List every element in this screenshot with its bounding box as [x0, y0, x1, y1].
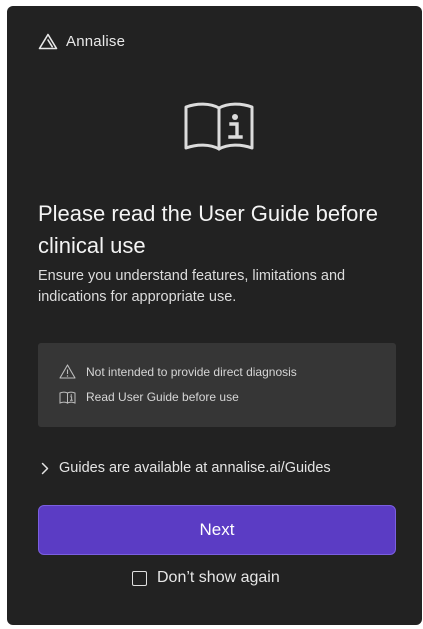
- notice-text: Not intended to provide direct diagnosis: [86, 364, 297, 379]
- guides-link-text[interactable]: Guides are available at annalise.ai/Guid…: [59, 460, 331, 476]
- dialog-subtitle: Ensure you understand features, limitati…: [38, 268, 346, 305]
- warning-triangle-icon: [59, 364, 76, 379]
- notice-item-diagnosis: Not intended to provide direct diagnosis: [59, 364, 297, 379]
- annalise-logo-icon: [38, 33, 58, 50]
- brand: Annalise: [38, 33, 125, 50]
- notice-item-user-guide: Read User Guide before use: [59, 390, 239, 404]
- dont-show-again-label[interactable]: Don’t show again: [157, 569, 280, 587]
- notice-text: Read User Guide before use: [86, 390, 239, 404]
- dont-show-again-option[interactable]: Don’t show again: [132, 569, 280, 587]
- guides-link[interactable]: Guides are available at annalise.ai/Guid…: [41, 460, 331, 476]
- user-guide-dialog: Annalise Please read the User Guide befo…: [7, 6, 422, 625]
- brand-name: Annalise: [66, 33, 126, 50]
- next-button[interactable]: Next: [38, 505, 396, 555]
- chevron-right-icon: [41, 462, 49, 475]
- book-info-icon: [59, 391, 76, 404]
- dont-show-again-checkbox[interactable]: [132, 570, 147, 586]
- dialog-title: Please read the User Guide before clinic…: [38, 201, 378, 258]
- notice-box: Not intended to provide direct diagnosis…: [38, 343, 396, 427]
- user-guide-book-info-icon: [182, 100, 256, 152]
